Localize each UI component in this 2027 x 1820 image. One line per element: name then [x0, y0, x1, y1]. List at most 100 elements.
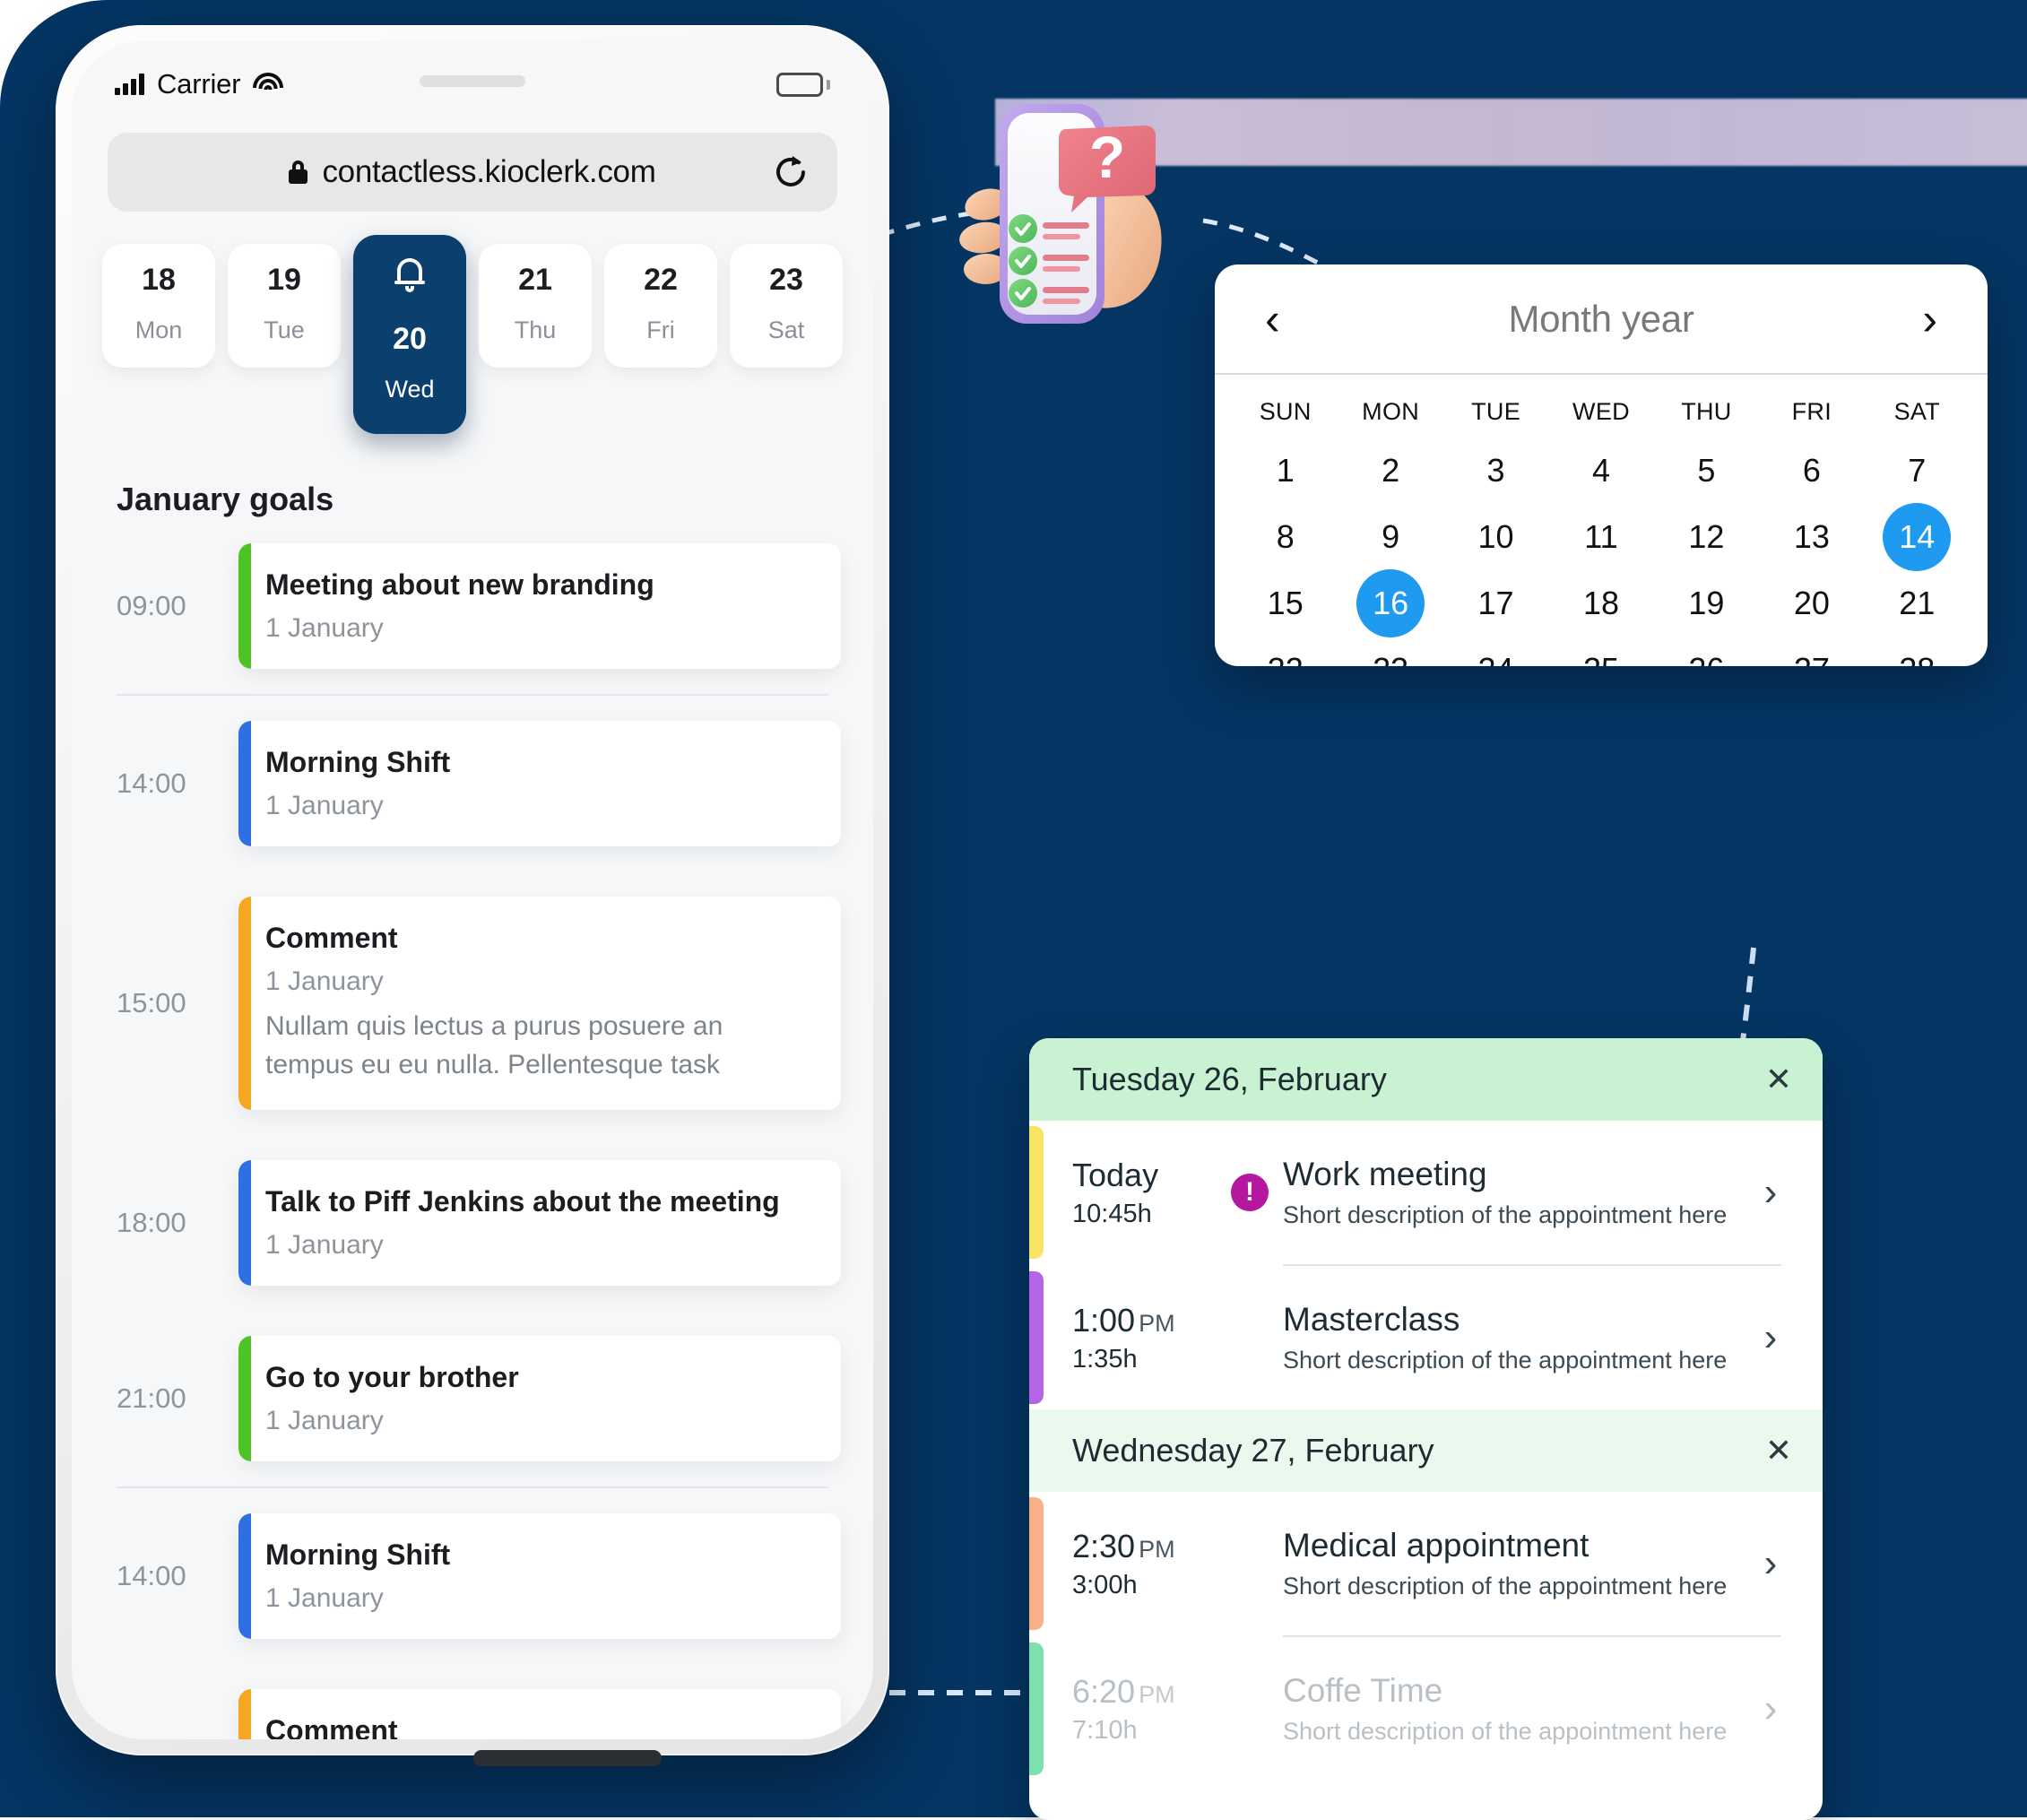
appointment-day-label: Tuesday 26, February — [1072, 1061, 1387, 1097]
task-card[interactable]: Comment 1 January Nullam quis lectus a pur… — [238, 897, 841, 1110]
calendar-day-cell[interactable]: 6 — [1759, 438, 1864, 503]
calendar-day-cell[interactable]: 4 — [1548, 438, 1653, 503]
task-row[interactable]: 14:00 Morning Shift 1 January — [104, 696, 841, 871]
task-row[interactable]: 18:00 Talk to Piff Jenkins about the meet… — [104, 1135, 841, 1311]
task-time: 21:00 — [117, 1382, 186, 1414]
calendar-day-cell[interactable]: 8 — [1233, 505, 1338, 569]
calendar-day-cell[interactable]: 18 — [1548, 571, 1653, 636]
calendar-day-cell[interactable]: 24 — [1443, 637, 1548, 666]
calendar-day-number: 18 — [1582, 585, 1619, 621]
appointment-title: Masterclass — [1283, 1301, 1460, 1339]
chevron-right-icon[interactable]: › — [1744, 1315, 1797, 1360]
calendar-day-cell[interactable]: 23 — [1338, 637, 1442, 666]
appointment-duration: 3:00h — [1072, 1570, 1138, 1599]
calendar-day-cell[interactable]: 15 — [1233, 571, 1338, 636]
calendar-day-cell[interactable]: 16 — [1338, 569, 1442, 637]
appointment-time: Today — [1072, 1157, 1222, 1194]
calendar-day-cell[interactable]: 17 — [1443, 571, 1548, 636]
calendar-day-cell[interactable]: 14 — [1865, 503, 1970, 571]
appointment-time: 1:00 PM — [1072, 1302, 1222, 1339]
appointment-title: Work meeting — [1283, 1156, 1487, 1193]
task-card[interactable]: Comment1 January — [238, 1688, 841, 1739]
chevron-right-icon[interactable]: › — [1744, 1686, 1797, 1731]
close-icon[interactable]: ✕ — [1765, 1063, 1792, 1096]
task-date: 1 January — [265, 1405, 384, 1435]
task-card[interactable]: Morning Shift 1 January — [238, 721, 841, 847]
day-chip-mon[interactable]: 18 Mon — [102, 244, 215, 368]
appointment-time-block: 6:20 PM 7:10h — [1029, 1673, 1222, 1746]
day-chip-tue[interactable]: 19 Tue — [228, 244, 341, 368]
calendar-day-cell[interactable]: 11 — [1548, 505, 1653, 569]
task-row[interactable]: 15:00 Comment 1 January Nullam quis lectus … — [104, 871, 841, 1134]
chevron-right-icon[interactable]: › — [1744, 1541, 1797, 1586]
task-card[interactable]: Meeting about new branding 1 January — [238, 543, 841, 670]
carrier-label: Carrier — [157, 68, 241, 100]
appointment-row[interactable]: Today 10:45h! Work meeting Short descriptio… — [1029, 1121, 1823, 1264]
task-title: Meeting about new branding — [265, 568, 654, 602]
calendar-day-cell[interactable]: 5 — [1654, 438, 1759, 503]
calendar-day-number: 5 — [1697, 452, 1716, 489]
day-selector-strip[interactable]: 18 Mon 19 Tue 20 Wed 21 Thu 22 Fri 23 Sat — [72, 212, 873, 435]
day-chip-fri[interactable]: 22 Fri — [604, 244, 717, 368]
task-card[interactable]: Go to your brother 1 January — [238, 1335, 841, 1461]
task-card[interactable]: Morning Shift 1 January — [238, 1512, 841, 1639]
chevron-right-icon[interactable]: › — [1910, 291, 1950, 347]
task-title: Talk to Piff Jenkins about the meeting — [265, 1184, 780, 1218]
chevron-left-icon[interactable]: ‹ — [1252, 291, 1293, 347]
appointment-description: Short description of the appointment her… — [1283, 1572, 1728, 1599]
calendar-day-cell[interactable]: 13 — [1759, 505, 1864, 569]
calendar-day-cell[interactable]: 3 — [1443, 438, 1548, 503]
calendar-day-number: 24 — [1462, 636, 1530, 666]
day-chip-number: 20 — [393, 322, 427, 356]
appointment-title: Coffe Time — [1283, 1672, 1443, 1710]
task-row[interactable]: 21:00 Go to your brother 1 January — [104, 1311, 841, 1486]
appointment-row[interactable]: 2:30 PM 3:00h Medical appointment Short desc… — [1029, 1492, 1823, 1635]
calendar-day-cell[interactable]: 20 — [1759, 571, 1864, 636]
day-chip-weekday: Fri — [646, 316, 675, 344]
close-icon[interactable]: ✕ — [1765, 1434, 1792, 1467]
calendar-weekday: FRI — [1791, 398, 1832, 425]
goals-title: January goals — [117, 481, 334, 518]
reload-icon[interactable] — [771, 152, 810, 192]
calendar-day-cell[interactable]: 22 — [1233, 637, 1338, 666]
task-card[interactable]: Talk to Piff Jenkins about the meeting 1 … — [238, 1159, 841, 1286]
calendar-day-cell[interactable]: 21 — [1865, 571, 1970, 636]
day-chip-number: 23 — [769, 263, 803, 297]
calendar-day-cell[interactable]: 26 — [1654, 637, 1759, 666]
browser-address-bar[interactable]: contactless.kioclerk.com — [108, 133, 837, 212]
task-row[interactable]: Comment1 January — [104, 1664, 841, 1739]
appointment-row[interactable]: 1:00 PM 1:35h Masterclass Short description … — [1029, 1266, 1823, 1409]
signal-bars-icon — [115, 74, 144, 95]
home-indicator — [473, 1750, 662, 1766]
calendar-day-cell[interactable]: 27 — [1759, 637, 1864, 666]
calendar-day-cell[interactable]: 10 — [1443, 505, 1548, 569]
calendar-weekday: SUN — [1259, 398, 1312, 425]
calendar-day-cell[interactable]: 28 — [1865, 637, 1970, 666]
calendar-day-cell[interactable]: 19 — [1654, 571, 1759, 636]
calendar-day-cell[interactable]: 2 — [1338, 438, 1442, 503]
hand-holding-phone-checklist-illustration: ? — [946, 90, 1242, 350]
chevron-right-icon[interactable]: › — [1744, 1170, 1797, 1215]
calendar-day-cell[interactable]: 1 — [1233, 438, 1338, 503]
appointment-day-header: Wednesday 27, February ✕ — [1029, 1409, 1823, 1492]
task-title: Morning Shift — [265, 746, 451, 779]
bell-icon — [394, 258, 425, 292]
appointment-time-value: 6:20 — [1072, 1672, 1136, 1710]
task-row[interactable]: 09:00 Meeting about new branding 1 January — [104, 518, 841, 694]
calendar-day-cell[interactable]: 7 — [1865, 438, 1970, 503]
calendar-day-grid[interactable]: 1234567891011121314151617181920212223242… — [1215, 435, 1988, 666]
day-chip-wed[interactable]: 20 Wed — [353, 235, 466, 435]
calendar-day-number: 22 — [1252, 636, 1320, 666]
day-chip-weekday: Wed — [385, 376, 435, 403]
day-chip-sat[interactable]: 23 Sat — [730, 244, 843, 368]
calendar-day-number: 20 — [1793, 585, 1830, 621]
task-row[interactable]: 14:00 Morning Shift 1 January — [104, 1488, 841, 1664]
task-date: 1 January — [265, 613, 384, 644]
calendar-day-number: 25 — [1567, 636, 1635, 666]
calendar-day-cell[interactable]: 9 — [1338, 505, 1442, 569]
calendar-day-cell[interactable]: 25 — [1548, 637, 1653, 666]
day-chip-thu[interactable]: 21 Thu — [479, 244, 592, 368]
calendar-day-cell[interactable]: 12 — [1654, 505, 1759, 569]
appointment-row[interactable]: 6:20 PM 7:10h Coffe Time Short description o… — [1029, 1637, 1823, 1781]
task-date: 1 January — [265, 1582, 384, 1613]
